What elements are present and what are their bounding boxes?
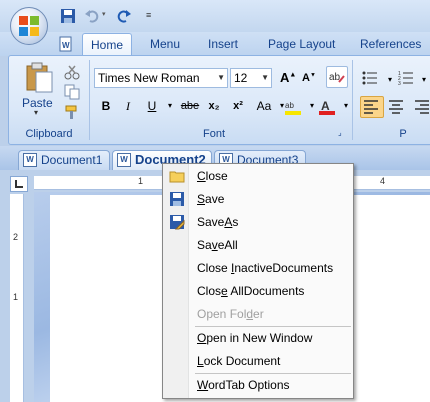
word-doc-icon: W [117, 153, 131, 167]
menu-item-close-all[interactable]: Close AllDocuments [165, 280, 351, 302]
menu-item-close[interactable]: Close [165, 165, 351, 187]
redo-icon[interactable] [116, 8, 132, 24]
ruler-mark: 1 [138, 176, 144, 186]
tab-insert[interactable]: Insert [200, 33, 246, 56]
grow-font-icon[interactable]: A▲ [280, 70, 296, 86]
paste-button[interactable]: Paste ▾ [20, 62, 58, 117]
save-as-icon [169, 214, 185, 230]
menu-item-label: WordTab Options [197, 378, 290, 392]
paste-icon [26, 62, 53, 93]
italic-button[interactable]: I [118, 96, 138, 116]
menu-item-label: SaveAs [197, 215, 239, 229]
undo-icon[interactable] [84, 8, 100, 24]
menu-item-label: Lock Document [197, 354, 281, 368]
save-icon [169, 191, 185, 207]
align-center-icon[interactable] [388, 98, 404, 114]
menu-item-label: Save [197, 192, 225, 206]
context-menu: Close Save SaveAs SaveAll Close Inactive… [162, 163, 354, 399]
numbering-dropdown-icon[interactable]: ▾ [414, 70, 430, 90]
menu-item-label: Open Folder [197, 307, 264, 321]
tab-selector-button[interactable] [10, 176, 28, 192]
menu-item-label: Close AllDocuments [197, 284, 305, 298]
menu-item-label: Open in New Window [197, 331, 313, 345]
svg-text:A: A [321, 99, 330, 113]
menu-item-save[interactable]: Save [165, 188, 351, 210]
underline-dropdown-icon[interactable]: ▾ [160, 96, 180, 116]
font-size-select[interactable]: 12 ▼ [230, 68, 272, 88]
paragraph-group-label: P [399, 128, 407, 140]
svg-text:ab: ab [285, 101, 294, 110]
clipboard-group-label: Clipboard [25, 128, 73, 140]
customize-qat-icon[interactable]: ≡ [146, 10, 162, 26]
folder-icon [169, 168, 185, 184]
document-tab-1[interactable]: W Document1 [18, 150, 110, 170]
menu-item-open-folder: Open Folder [165, 303, 351, 325]
ruler-mark: 2 [13, 232, 19, 242]
clear-formatting-icon[interactable]: ab [326, 66, 348, 88]
tab-page-layout[interactable]: Page Layout [260, 33, 343, 56]
font-family-select[interactable]: Times New Roman ▼ [94, 68, 228, 88]
tab-references[interactable]: References [352, 33, 429, 56]
format-painter-icon[interactable] [64, 104, 80, 120]
numbering-icon[interactable]: 123 [398, 70, 414, 87]
strikethrough-button[interactable]: abe [178, 96, 202, 116]
shrink-font-icon[interactable]: A▼ [302, 72, 318, 88]
menu-item-lock-document[interactable]: Lock Document [165, 350, 351, 372]
bold-button[interactable]: B [96, 96, 116, 116]
superscript-button[interactable]: x² [228, 96, 248, 116]
save-icon[interactable] [60, 8, 76, 24]
menu-item-open-new-window[interactable]: Open in New Window [165, 327, 351, 349]
underline-button[interactable]: U [142, 96, 162, 116]
tab-menu[interactable]: Menu [142, 33, 188, 56]
menu-item-save-all[interactable]: SaveAll [165, 234, 351, 256]
undo-dropdown-icon[interactable]: ▾ [102, 10, 110, 26]
bullets-dropdown-icon[interactable]: ▾ [380, 70, 400, 90]
menu-item-label: Close InactiveDocuments [197, 261, 334, 275]
vertical-ruler[interactable]: 2 1 [10, 194, 24, 402]
menu-item-label: Close [197, 169, 228, 183]
font-dialog-launcher-icon[interactable]: ⌟ [338, 128, 348, 138]
align-left-icon[interactable] [360, 96, 384, 118]
group-separator [352, 60, 353, 140]
highlight-icon[interactable]: ab [284, 98, 301, 115]
font-color-dropdown-icon[interactable]: ▾ [336, 96, 356, 116]
svg-text:W: W [62, 41, 70, 50]
font-group-label: Font [202, 128, 225, 140]
align-right-icon[interactable] [414, 98, 430, 114]
menu-item-label: SaveAll [197, 238, 238, 252]
ruler-mark: 4 [380, 176, 386, 186]
paste-dropdown-icon[interactable]: ▾ [34, 108, 38, 117]
word-doc-icon: W [23, 153, 37, 167]
subscript-button[interactable]: x₂ [204, 96, 224, 116]
menu-item-close-inactive[interactable]: Close InactiveDocuments [165, 257, 351, 279]
menu-item-wordtab-options[interactable]: WordTab Options [165, 374, 351, 396]
font-size-value: 12 [234, 71, 248, 85]
svg-text:3: 3 [398, 81, 401, 86]
menu-item-save-as[interactable]: SaveAs [165, 211, 351, 233]
tab-home[interactable]: Home [82, 33, 133, 56]
ruler-mark: 1 [13, 292, 19, 302]
office-logo-icon [19, 16, 39, 36]
font-color-icon[interactable]: A [318, 98, 335, 115]
cut-icon[interactable] [64, 64, 80, 80]
font-family-value: Times New Roman [98, 71, 200, 85]
font-size-dropdown-icon[interactable]: ▼ [261, 69, 269, 87]
font-family-dropdown-icon[interactable]: ▼ [217, 69, 225, 87]
office-button[interactable] [10, 7, 48, 45]
copy-icon[interactable] [64, 84, 80, 100]
bullets-icon[interactable] [362, 70, 378, 86]
group-separator [89, 60, 90, 140]
document-tab-label: Document1 [41, 153, 103, 167]
word-doc-icon: W [58, 36, 74, 52]
